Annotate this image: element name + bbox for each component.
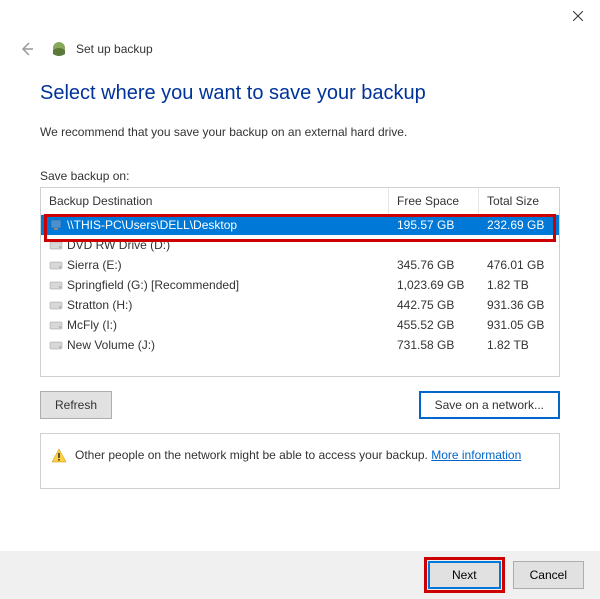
refresh-button[interactable]: Refresh xyxy=(40,391,112,419)
free-space-value xyxy=(389,239,479,251)
header-destination[interactable]: Backup Destination xyxy=(41,188,389,214)
total-size-value: 232.69 GB xyxy=(479,212,559,238)
backup-globe-icon xyxy=(50,40,68,58)
destination-name: \\THIS-PC\Users\DELL\Desktop xyxy=(67,218,237,232)
destination-name: Sierra (E:) xyxy=(67,258,122,272)
destination-name: Springfield (G:) [Recommended] xyxy=(67,278,239,292)
free-space-value: 731.58 GB xyxy=(389,332,479,358)
header-total-size[interactable]: Total Size xyxy=(479,188,559,214)
disk-icon xyxy=(49,298,63,312)
disk-icon xyxy=(49,338,63,352)
save-on-network-button[interactable]: Save on a network... xyxy=(419,391,560,419)
disk-icon xyxy=(49,318,63,332)
window-title: Set up backup xyxy=(76,42,153,56)
next-button-highlight: Next xyxy=(424,557,505,593)
total-size-value: 1.82 TB xyxy=(479,332,559,358)
computer-icon xyxy=(49,218,63,232)
warning-text: Other people on the network might be abl… xyxy=(75,448,431,462)
page-heading: Select where you want to save your backu… xyxy=(40,82,560,105)
save-on-label: Save backup on: xyxy=(40,169,560,183)
disk-icon xyxy=(49,258,63,272)
more-information-link[interactable]: More information xyxy=(431,448,521,462)
close-button[interactable] xyxy=(555,1,600,31)
destination-name: McFly (I:) xyxy=(67,318,117,332)
cancel-button[interactable]: Cancel xyxy=(513,561,584,589)
destination-name: DVD RW Drive (D:) xyxy=(67,238,170,252)
recommend-text: We recommend that you save your backup o… xyxy=(40,125,560,139)
disk-icon xyxy=(49,278,63,292)
destination-table: Backup Destination Free Space Total Size… xyxy=(40,187,560,377)
back-arrow-icon[interactable] xyxy=(18,40,36,58)
destination-name: New Volume (J:) xyxy=(67,338,155,352)
free-space-value: 195.57 GB xyxy=(389,212,479,238)
table-row[interactable]: New Volume (J:) 731.58 GB1.82 TB xyxy=(41,335,559,355)
warning-icon xyxy=(51,448,67,464)
disk-icon xyxy=(49,238,63,252)
next-button[interactable]: Next xyxy=(428,561,501,589)
warning-box: Other people on the network might be abl… xyxy=(40,433,560,489)
destination-name: Stratton (H:) xyxy=(67,298,132,312)
header-free-space[interactable]: Free Space xyxy=(389,188,479,214)
total-size-value xyxy=(479,239,559,251)
